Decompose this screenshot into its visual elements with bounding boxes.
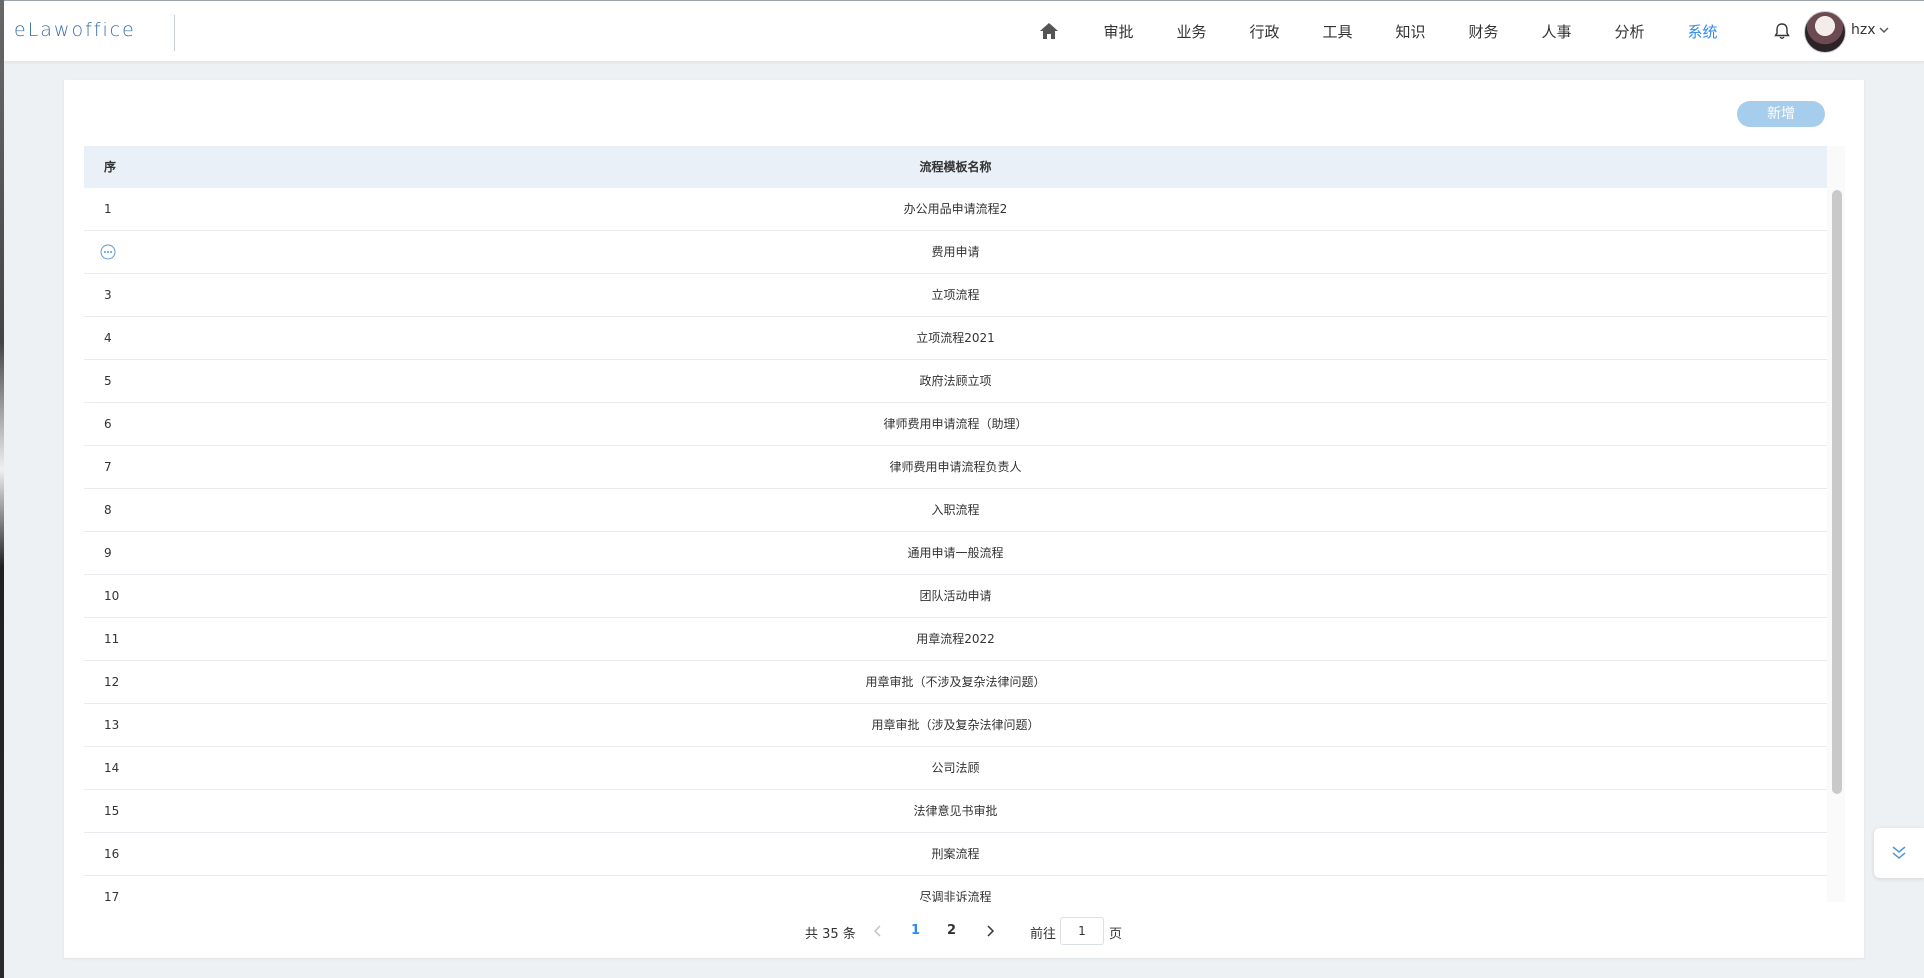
table-scrollbar-thumb[interactable]	[1832, 190, 1842, 794]
table-row[interactable]: 12 用章审批（不涉及复杂法律问题）	[84, 661, 1827, 704]
nav-item-analysis[interactable]: 分析	[1593, 21, 1666, 42]
double-chevron-down-icon	[1892, 846, 1906, 860]
row-template-name[interactable]: 入职流程	[84, 489, 1827, 531]
table-row[interactable]: 8 入职流程	[84, 489, 1827, 532]
table-row[interactable]: 5 政府法顾立项	[84, 360, 1827, 403]
nav-item-tools[interactable]: 工具	[1301, 21, 1374, 42]
table-row[interactable]: 费用申请	[84, 231, 1827, 274]
nav-item-hr[interactable]: 人事	[1520, 21, 1593, 42]
scroll-down-button[interactable]	[1874, 828, 1924, 878]
home-icon	[1040, 23, 1058, 39]
bell-icon[interactable]	[1772, 21, 1792, 41]
table-row[interactable]: 9 通用申请一般流程	[84, 532, 1827, 575]
chevron-down-icon[interactable]	[1878, 25, 1890, 35]
nav-item-system[interactable]: 系统	[1666, 21, 1739, 42]
row-template-name[interactable]: 律师费用申请流程（助理）	[84, 403, 1827, 445]
table-row[interactable]: 7 律师费用申请流程负责人	[84, 446, 1827, 489]
add-button[interactable]: 新增	[1737, 101, 1825, 127]
nav-item-knowledge[interactable]: 知识	[1374, 21, 1447, 42]
window-edge	[0, 0, 4, 978]
page-1-button[interactable]: 1	[911, 923, 920, 938]
row-template-name[interactable]: 公司法顾	[84, 747, 1827, 789]
nav-item-business[interactable]: 业务	[1155, 21, 1228, 42]
goto-label: 前往	[1030, 927, 1057, 942]
main-nav: 审批 业务 行政 工具 知识 财务 人事 分析 系统	[1034, 1, 1739, 61]
app-logo[interactable]: eLawoffice	[14, 15, 174, 45]
row-template-name[interactable]: 费用申请	[84, 231, 1827, 273]
row-template-name[interactable]: 用章审批（涉及复杂法律问题）	[84, 704, 1827, 746]
table-body: 1 办公用品申请流程2 费用申请 3 立项流程 4 立项流程2021 5 政府法顾立项 …	[84, 188, 1827, 902]
table-header: 序 流程模板名称	[84, 146, 1845, 188]
total-count: 共 35 条	[805, 927, 856, 942]
table-row[interactable]: 16 刑案流程	[84, 833, 1827, 876]
column-header-name: 流程模板名称	[919, 160, 992, 174]
table-row[interactable]: 17 尽调非诉流程	[84, 876, 1827, 902]
row-template-name[interactable]: 通用申请一般流程	[84, 532, 1827, 574]
home-button[interactable]	[1034, 16, 1064, 46]
table-row[interactable]: 4 立项流程2021	[84, 317, 1827, 360]
table-row[interactable]: 10 团队活动申请	[84, 575, 1827, 618]
row-template-name[interactable]: 律师费用申请流程负责人	[84, 446, 1827, 488]
page-unit-label: 页	[1109, 927, 1123, 942]
table-row[interactable]: 6 律师费用申请流程（助理）	[84, 403, 1827, 446]
row-template-name[interactable]: 立项流程2021	[84, 317, 1827, 359]
table-row[interactable]: 11 用章流程2022	[84, 618, 1827, 661]
nav-item-approval[interactable]: 审批	[1082, 21, 1155, 42]
content-card: 新增 序 流程模板名称 1 办公用品申请流程2 费用申请 3 立项流程 4 立项流程2…	[64, 80, 1864, 958]
chevron-right-icon[interactable]	[984, 924, 996, 938]
row-template-name[interactable]: 立项流程	[84, 274, 1827, 316]
table-row[interactable]: 13 用章审批（涉及复杂法律问题）	[84, 704, 1827, 747]
row-template-name[interactable]: 用章审批（不涉及复杂法律问题）	[84, 661, 1827, 703]
table-row[interactable]: 15 法律意见书审批	[84, 790, 1827, 833]
svg-text:eLawoffice: eLawoffice	[14, 19, 136, 41]
avatar[interactable]	[1804, 11, 1846, 53]
chevron-left-icon[interactable]	[872, 924, 884, 938]
table-row[interactable]: 1 办公用品申请流程2	[84, 188, 1827, 231]
top-navbar: eLawoffice 审批 业务 行政 工具 知识 财务 人事 分析 系统 hz…	[4, 0, 1924, 61]
template-table: 序 流程模板名称 1 办公用品申请流程2 费用申请 3 立项流程 4 立项流程2021…	[84, 146, 1845, 902]
logo-wordmark: eLawoffice	[14, 19, 136, 41]
table-row[interactable]: 3 立项流程	[84, 274, 1827, 317]
pagination: 共 35 条 1 2 前往 页	[64, 916, 1864, 946]
row-template-name[interactable]: 政府法顾立项	[84, 360, 1827, 402]
logo-divider	[174, 15, 175, 51]
row-template-name[interactable]: 团队活动申请	[84, 575, 1827, 617]
row-template-name[interactable]: 刑案流程	[84, 833, 1827, 875]
row-template-name[interactable]: 用章流程2022	[84, 618, 1827, 660]
row-template-name[interactable]: 办公用品申请流程2	[84, 188, 1827, 230]
nav-item-admin[interactable]: 行政	[1228, 21, 1301, 42]
page-2-button[interactable]: 2	[947, 923, 956, 938]
row-template-name[interactable]: 尽调非诉流程	[84, 876, 1827, 902]
nav-item-finance[interactable]: 财务	[1447, 21, 1520, 42]
row-template-name[interactable]: 法律意见书审批	[84, 790, 1827, 832]
username[interactable]: hzx	[1851, 22, 1876, 38]
table-row[interactable]: 14 公司法顾	[84, 747, 1827, 790]
page-jump-input[interactable]	[1060, 917, 1104, 945]
